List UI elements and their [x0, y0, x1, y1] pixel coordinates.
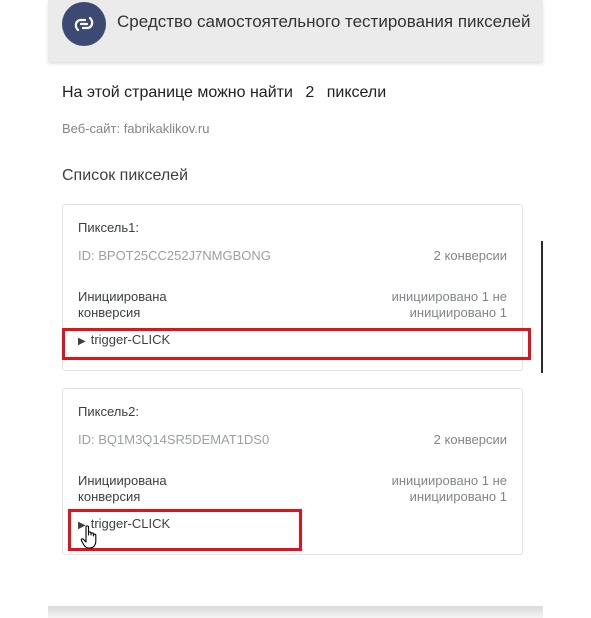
page: Средство самостоятельного тестирования п… [0, 0, 591, 618]
pixel-conversions: 2 конверсии [433, 432, 507, 447]
hand-cursor-icon [80, 524, 102, 550]
header-title: Средство самостоятельного тестирования п… [117, 12, 531, 31]
pixel-list-title: Список пикселей [62, 167, 188, 184]
event-label: Инициирована конверсия [78, 289, 228, 321]
event-status-line: инициировано 1 не [391, 473, 507, 488]
summary-suffix: пиксели [326, 84, 387, 101]
pixel-card: Пиксель2: ID: BQ1M3Q14SR5DEMAT1DS0 2 кон… [62, 388, 523, 555]
pixel-count-summary: На этой странице можно найти 2 пиксели [62, 84, 386, 102]
event-status: инициировано 1 не инициировано 1 [307, 289, 507, 321]
scrollbar[interactable] [541, 241, 543, 373]
event-label-line: конверсия [78, 489, 141, 504]
event-status-line: инициировано 1 [409, 305, 507, 320]
event-status: инициировано 1 не инициировано 1 [307, 473, 507, 505]
summary-prefix: На этой странице можно найти [62, 84, 293, 101]
trigger-toggle[interactable]: ▶ trigger-CLICK [78, 332, 170, 347]
trigger-label: trigger-CLICK [90, 332, 171, 347]
pixel-count: 2 [305, 84, 315, 101]
link-icon [62, 2, 106, 46]
pixel-name: Пиксель1: [78, 220, 139, 235]
pixel-conversions: 2 конверсии [433, 248, 507, 263]
pixel-helper-panel: Средство самостоятельного тестирования п… [48, 0, 543, 606]
panel-bottom-edge [48, 606, 543, 618]
pixel-name: Пиксель2: [78, 404, 139, 419]
pixel-id: ID: BQ1M3Q14SR5DEMAT1DS0 [78, 432, 270, 447]
event-status-line: инициировано 1 не [391, 289, 507, 304]
event-label-line: конверсия [78, 305, 141, 320]
event-label: Инициирована конверсия [78, 473, 228, 505]
pixel-id: ID: BPOT25CC252J7NMGBONG [78, 248, 271, 263]
pixel-card: Пиксель1: ID: BPOT25CC252J7NMGBONG 2 кон… [62, 204, 523, 371]
website-label: Веб-сайт: fabrikaklikov.ru [62, 121, 210, 136]
event-label-line: Инициирована [78, 473, 167, 488]
header: Средство самостоятельного тестирования п… [48, 0, 543, 62]
event-status-line: инициировано 1 [409, 489, 507, 504]
triangle-right-icon: ▶ [78, 336, 86, 347]
trigger-label: trigger-CLICK [90, 516, 171, 531]
event-label-line: Инициирована [78, 289, 167, 304]
